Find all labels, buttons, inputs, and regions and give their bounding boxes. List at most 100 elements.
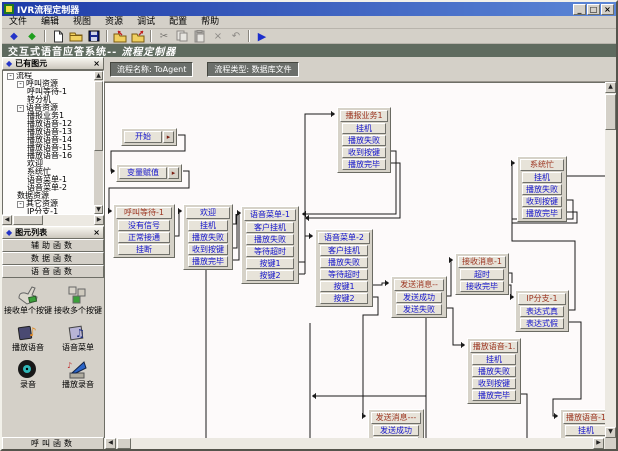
palette-item-接收单个按键[interactable]: 接收单个按键 bbox=[3, 284, 53, 315]
node-title[interactable]: 发送消息--- bbox=[371, 412, 421, 424]
palette-item-播放语音[interactable]: ♪播放语音 bbox=[3, 321, 53, 352]
toolbar-nav-next-button[interactable]: ◆ bbox=[23, 29, 41, 43]
node-port-等待超时[interactable]: 等待超时 bbox=[246, 246, 294, 257]
scroll-thumb[interactable] bbox=[117, 438, 131, 449]
menu-item-debug[interactable]: 调试 bbox=[130, 16, 162, 29]
scroll-thumb[interactable] bbox=[605, 94, 616, 130]
node-title[interactable]: 发送消息-- bbox=[394, 279, 444, 291]
flow-node-start[interactable]: 开始▸ bbox=[121, 128, 177, 146]
flow-node-broadcast-1[interactable]: 播报业务1挂机播放失败收到按键播放完毕 bbox=[337, 107, 391, 173]
node-port-接收完毕[interactable]: 接收完毕 bbox=[460, 281, 504, 292]
node-port-发送成功[interactable]: 发送成功 bbox=[373, 425, 419, 436]
palette-item-录音[interactable]: 录音 bbox=[3, 358, 53, 389]
palette-group-数据函数[interactable]: 数据函数 bbox=[2, 252, 104, 265]
palette-item-语音菜单[interactable]: ♫语音菜单 bbox=[53, 321, 103, 352]
node-port-发送成功[interactable]: 发送成功 bbox=[396, 292, 442, 303]
node-title[interactable]: 接收消息-1 bbox=[458, 256, 506, 268]
node-title[interactable]: IP分支-1 bbox=[518, 293, 566, 305]
menu-item-view[interactable]: 视图 bbox=[66, 16, 98, 29]
menu-item-help[interactable]: 帮助 bbox=[194, 16, 226, 29]
node-port-按键2[interactable]: 按键2 bbox=[246, 270, 294, 281]
tree-item-播放语音-16[interactable]: 播放语音-16 bbox=[4, 152, 93, 160]
scroll-down-icon[interactable]: ▼ bbox=[94, 205, 103, 214]
tree-panel-close-icon[interactable]: × bbox=[93, 60, 100, 68]
title-bar[interactable]: IVR流程定制器 _□× bbox=[2, 2, 616, 16]
node-port-挂机[interactable]: 挂机 bbox=[188, 220, 228, 231]
node-port-播放完毕[interactable]: 播放完毕 bbox=[472, 390, 516, 401]
tree-expander-icon[interactable]: - bbox=[17, 105, 24, 112]
node-branch-button[interactable]: ▸ bbox=[168, 167, 179, 179]
flow-node-play-voice-1a[interactable]: 播放语音-1.挂机播放失败收到按键播放完毕 bbox=[467, 338, 521, 404]
scroll-down-icon[interactable]: ▼ bbox=[605, 427, 616, 438]
flow-node-call-wait-1[interactable]: 呼叫等待-1没有信号正常接通挂断 bbox=[113, 204, 175, 258]
node-port-按键2[interactable]: 按键2 bbox=[320, 293, 368, 304]
palette-group-语音函数[interactable]: 语音函数 bbox=[2, 265, 104, 278]
flow-node-recv-msg-1[interactable]: 接收消息-1超时接收完毕 bbox=[455, 253, 509, 295]
tree-horizontal-scrollbar[interactable]: ◀ ▶ bbox=[2, 215, 104, 226]
flow-node-welcome[interactable]: 欢迎挂机播放失败收到按键播放完毕 bbox=[183, 204, 233, 270]
palette-item-播放录音[interactable]: ♪播放录音 bbox=[53, 358, 103, 389]
node-title[interactable]: 呼叫等待-1 bbox=[116, 207, 172, 219]
node-port-等待超时[interactable]: 等待超时 bbox=[320, 269, 368, 280]
menu-item-resource[interactable]: 资源 bbox=[98, 16, 130, 29]
close-button[interactable]: × bbox=[601, 4, 614, 15]
toolbar-open-button[interactable] bbox=[67, 29, 85, 43]
canvas-horizontal-scrollbar[interactable]: ◀ ▶ bbox=[104, 438, 616, 449]
toolbar-run-button[interactable]: ▶ bbox=[253, 29, 271, 43]
scroll-right-icon[interactable]: ▶ bbox=[94, 215, 104, 225]
node-port-挂断[interactable]: 挂断 bbox=[118, 244, 170, 255]
toolbar-save-button[interactable] bbox=[85, 29, 103, 43]
flow-node-voice-menu-2[interactable]: 语音菜单-2客户挂机播放失败等待超时按键1按键2 bbox=[315, 229, 373, 307]
toolbar-import-button[interactable] bbox=[111, 29, 129, 43]
node-port-播放完毕[interactable]: 播放完毕 bbox=[342, 159, 386, 170]
node-port-挂机[interactable]: 挂机 bbox=[472, 354, 516, 365]
node-port-挂机[interactable]: 挂机 bbox=[565, 425, 605, 436]
flow-node-send-msg-1[interactable]: 发送消息--发送成功发送失败 bbox=[391, 276, 447, 318]
tree-expander-icon[interactable]: - bbox=[17, 81, 24, 88]
node-port-表达式真[interactable]: 表达式真 bbox=[520, 306, 564, 317]
flow-node-send-msg-2[interactable]: 发送消息---发送成功发送失败 bbox=[368, 409, 424, 438]
canvas-vertical-scrollbar[interactable]: ▲ ▼ bbox=[605, 82, 616, 438]
node-title[interactable]: 语音菜单-1 bbox=[244, 209, 296, 221]
node-port-表达式假[interactable]: 表达式假 bbox=[520, 318, 564, 329]
node-port-挂机[interactable]: 挂机 bbox=[342, 123, 386, 134]
palette-group-call-functions[interactable]: 呼叫函数 bbox=[2, 437, 104, 450]
menu-item-file[interactable]: 文件 bbox=[2, 16, 34, 29]
flow-node-assign[interactable]: 变量赋值▸ bbox=[116, 164, 182, 182]
toolbar-new-button[interactable] bbox=[49, 29, 67, 43]
node-port-播放失败[interactable]: 播放失败 bbox=[342, 135, 386, 146]
node-port-播放失败[interactable]: 播放失败 bbox=[246, 234, 294, 245]
palette-panel-close-icon[interactable]: × bbox=[93, 229, 100, 237]
node-title[interactable]: 播放语音-1 bbox=[563, 412, 605, 424]
node-port-播放完毕[interactable]: 播放完毕 bbox=[522, 208, 562, 219]
node-title[interactable]: 系统忙 bbox=[520, 159, 564, 171]
node-port-没有信号[interactable]: 没有信号 bbox=[118, 220, 170, 231]
node-port-发送失败[interactable]: 发送失败 bbox=[396, 304, 442, 315]
node-title[interactable]: 播放语音-1. bbox=[470, 341, 518, 353]
node-port-收到按键[interactable]: 收到按键 bbox=[188, 244, 228, 255]
flow-node-voice-menu-1[interactable]: 语音菜单-1客户挂机播放失败等待超时按键1按键2 bbox=[241, 206, 299, 284]
scroll-left-icon[interactable]: ◀ bbox=[105, 438, 116, 449]
node-port-挂机[interactable]: 挂机 bbox=[522, 172, 562, 183]
node-port-播放失败[interactable]: 播放失败 bbox=[320, 257, 368, 268]
scroll-thumb[interactable] bbox=[94, 81, 103, 151]
node-port-按键1[interactable]: 按键1 bbox=[246, 258, 294, 269]
scroll-up-icon[interactable]: ▲ bbox=[605, 82, 616, 93]
node-port-收到按键[interactable]: 收到按键 bbox=[472, 378, 516, 389]
node-title[interactable]: 变量赋值 bbox=[119, 167, 167, 179]
node-port-收到按键[interactable]: 收到按键 bbox=[522, 196, 562, 207]
node-title[interactable]: 语音菜单-2 bbox=[318, 232, 370, 244]
node-title[interactable]: 欢迎 bbox=[186, 207, 230, 219]
toolbar-export-button[interactable] bbox=[129, 29, 147, 43]
node-port-超时[interactable]: 超时 bbox=[460, 269, 504, 280]
tree-item-IP分支-1[interactable]: IP分支-1 bbox=[4, 208, 93, 214]
scroll-thumb[interactable] bbox=[13, 215, 43, 225]
tree-expander-icon[interactable]: - bbox=[7, 73, 14, 80]
node-branch-button[interactable]: ▸ bbox=[163, 131, 174, 143]
scroll-right-icon[interactable]: ▶ bbox=[593, 438, 604, 449]
scroll-up-icon[interactable]: ▲ bbox=[94, 71, 103, 80]
node-port-正常接通[interactable]: 正常接通 bbox=[118, 232, 170, 243]
node-port-播放失败[interactable]: 播放失败 bbox=[522, 184, 562, 195]
palette-group-辅助函数[interactable]: 辅助函数 bbox=[2, 239, 104, 252]
flow-canvas[interactable]: 开始▸变量赋值▸呼叫等待-1没有信号正常接通挂断欢迎挂机播放失败收到按键播放完毕… bbox=[104, 82, 605, 438]
